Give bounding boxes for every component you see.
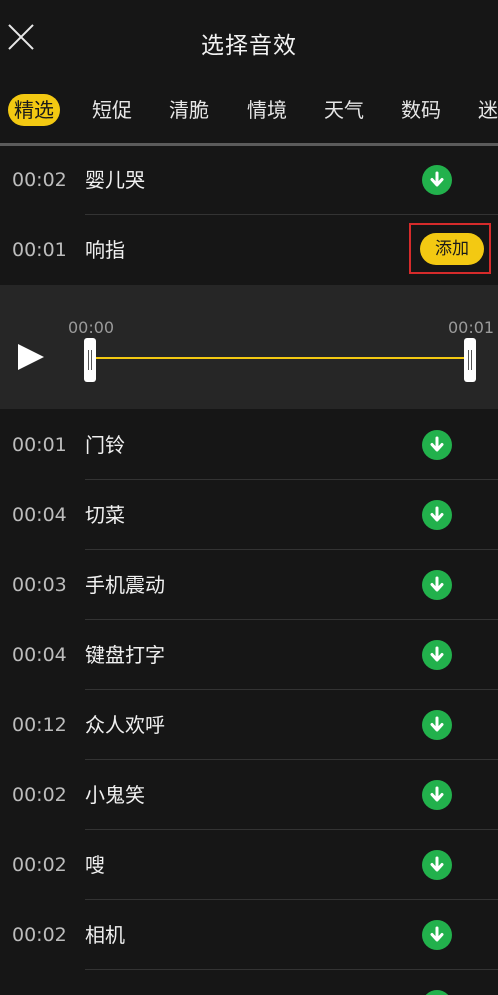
start-time: 00:00 [68,318,115,337]
sound-duration: 00:02 [12,924,67,946]
sound-name: 小鬼笑 [85,783,145,807]
sound-duration: 00:02 [12,784,67,806]
download-icon[interactable] [422,920,452,950]
download-icon[interactable] [422,850,452,880]
tab-crisp[interactable]: 清脆 [169,94,209,126]
sound-name: 嗖 [85,853,105,877]
list-item[interactable]: 00:04 键盘打字 [0,620,498,690]
sound-duration: 00:12 [12,714,67,736]
tab-scenario[interactable]: 情境 [247,94,287,126]
tab-featured[interactable]: 精选 [8,94,60,126]
sound-name: 门铃 [85,433,125,457]
download-icon[interactable] [422,640,452,670]
audio-player: 00:00 00:01 [0,285,498,409]
sound-duration: 00:02 [12,854,67,876]
download-icon[interactable] [422,990,452,995]
list-item[interactable]: 00:04 切菜 [0,480,498,550]
sound-name: 众人欢呼 [85,713,165,737]
list-item[interactable]: 00:01 门铃 [0,410,498,480]
tab-more[interactable]: 迷 [478,94,498,126]
tab-weather[interactable]: 天气 [324,94,364,126]
highlight-box [409,223,491,274]
list-item[interactable]: 00:03 手机震动 [0,550,498,620]
sound-duration: 00:01 [12,239,67,261]
header: 选择音效 [0,0,498,84]
play-icon[interactable] [18,344,44,370]
trim-track[interactable] [92,357,468,359]
sound-name: 婴儿哭 [85,168,145,192]
list-item-partial [0,970,498,995]
tab-digital[interactable]: 数码 [401,94,441,126]
page-title: 选择音效 [201,33,297,59]
end-time: 00:01 [448,318,495,337]
trim-handle-end[interactable] [464,338,476,382]
list-item[interactable]: 00:02 小鬼笑 [0,760,498,830]
category-tabs: 精选 短促 清脆 情境 天气 数码 迷 [0,84,498,136]
list-item[interactable]: 00:02 婴儿哭 [0,145,498,215]
tab-short[interactable]: 短促 [92,94,132,126]
sound-duration: 00:01 [12,434,67,456]
sound-name: 相机 [85,923,125,947]
sound-duration: 00:04 [12,504,67,526]
download-icon[interactable] [422,500,452,530]
download-icon[interactable] [422,780,452,810]
sound-duration: 00:04 [12,644,67,666]
list-item[interactable]: 00:02 嗖 [0,830,498,900]
sound-name: 切菜 [85,503,125,527]
sound-name: 手机震动 [85,573,165,597]
download-icon[interactable] [422,430,452,460]
list-item[interactable]: 00:12 众人欢呼 [0,690,498,760]
sound-duration: 00:03 [12,574,67,596]
download-icon[interactable] [422,710,452,740]
sound-name: 响指 [85,238,125,262]
download-icon[interactable] [422,570,452,600]
sound-duration: 00:02 [12,169,67,191]
list-item[interactable]: 00:02 相机 [0,900,498,970]
download-icon[interactable] [422,165,452,195]
sound-name: 键盘打字 [85,643,165,667]
trim-handle-start[interactable] [84,338,96,382]
